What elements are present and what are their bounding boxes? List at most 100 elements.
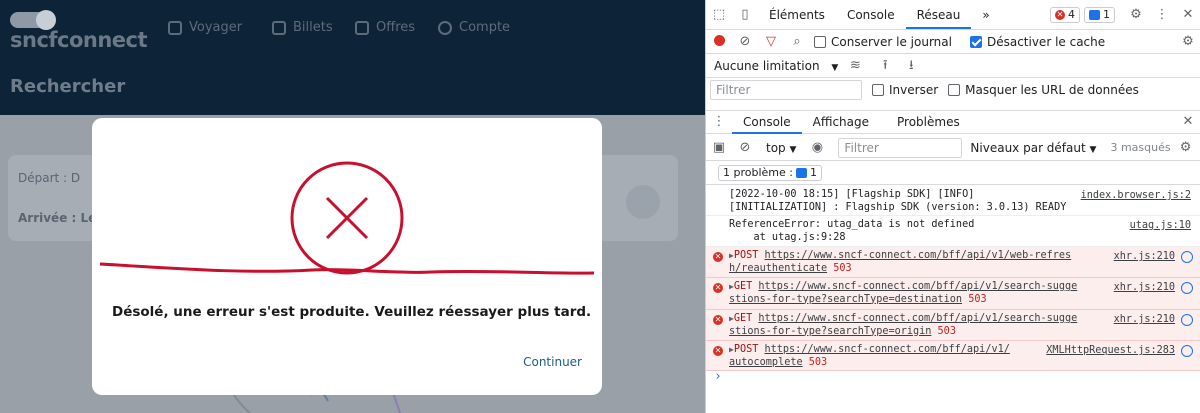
continue-button[interactable]: Continuer	[523, 355, 582, 369]
request-url[interactable]: https://www.sncf-connect.com/bff/api/v1/	[765, 344, 1010, 355]
site-header: sncfconnect Voyager Billets Offres Compt…	[0, 0, 705, 115]
console-error-entry: ✕ ▶POST https://www.sncf-connect.com/bff…	[706, 247, 1200, 278]
log-source-link[interactable]: xhr.js:210	[1114, 251, 1175, 264]
network-panel-icon[interactable]	[1181, 345, 1193, 357]
context-value: top	[766, 140, 786, 155]
request-url[interactable]: https://www.sncf-connect.com/bff/api/v1/…	[765, 250, 1072, 261]
request-url[interactable]: https://www.sncf-connect.com/bff/api/v1/…	[758, 281, 1077, 292]
live-expression-eye-icon[interactable]: ◉	[810, 140, 824, 155]
log-source-link[interactable]: xhr.js:210	[1114, 282, 1175, 295]
drawer-menu-icon[interactable]: ⋮	[712, 115, 726, 129]
console-toolbar: ▣ ⊘ top ▼ ◉ Filtrer Niveaux par défaut ▼…	[706, 135, 1200, 161]
network-toolbar: ⊘ ▽ ⌕ Conserver le journal Désactiver le…	[706, 30, 1200, 54]
arrivee-field[interactable]: Arrivée : Le	[18, 211, 96, 225]
export-har-icon[interactable]: ⭳	[904, 58, 918, 73]
request-url[interactable]: https://www.sncf-connect.com/bff/api/v1/…	[758, 313, 1077, 324]
nav-compte-label: Compte	[459, 20, 511, 35]
nav-billets[interactable]: Billets	[272, 20, 333, 35]
http-method: GET	[733, 313, 753, 324]
http-method: POST	[733, 344, 759, 355]
disable-cache-checkbox[interactable]: Désactiver le cache	[969, 34, 1106, 49]
drawer-tab-problemes[interactable]: Problèmes	[886, 111, 971, 134]
chevron-down-icon: ▼	[831, 62, 839, 73]
throttling-value: Aucune limitation	[714, 58, 820, 73]
network-panel-icon[interactable]	[1181, 282, 1193, 294]
request-url-cont[interactable]: stions-for-type?searchType=destination	[729, 294, 962, 305]
status-code: 503	[968, 293, 987, 305]
console-filter-input[interactable]: Filtrer	[838, 137, 963, 158]
console-settings-gear-icon[interactable]: ⚙	[1179, 140, 1193, 155]
clear-icon[interactable]: ⊘	[738, 34, 752, 49]
http-method: GET	[733, 281, 753, 292]
console-clear-icon[interactable]: ⊘	[738, 140, 752, 155]
inspect-element-icon[interactable]: ⬚	[712, 7, 726, 22]
tab-network[interactable]: Réseau	[905, 1, 972, 29]
request-url-cont[interactable]: h/reauthenticate	[729, 263, 827, 274]
hide-data-urls-label: Masquer les URL de données	[965, 83, 1139, 97]
log-source-link[interactable]: xhr.js:210	[1114, 314, 1175, 327]
tab-console[interactable]: Console	[836, 1, 906, 29]
message-count: 1	[1103, 8, 1110, 21]
console-prompt-input[interactable]: ›	[706, 369, 1200, 391]
request-url-cont[interactable]: stions-for-type?searchType=origin	[729, 326, 931, 337]
log-text-line2: at utag.js:9:28	[729, 231, 846, 243]
context-select[interactable]: top ▼	[762, 141, 800, 155]
preserve-log-checkbox[interactable]: Conserver le journal	[814, 35, 952, 49]
error-icon: ✕	[713, 346, 723, 356]
close-icon[interactable]: ✕	[1181, 7, 1195, 22]
log-source-link[interactable]: utag.js:10	[1130, 220, 1191, 233]
issues-count: 1	[809, 166, 817, 179]
drawer-tab-console[interactable]: Console	[732, 111, 802, 134]
request-url-cont[interactable]: autocomplete	[729, 357, 803, 368]
log-levels-select[interactable]: Niveaux par défaut ▼	[970, 141, 1096, 155]
import-har-icon[interactable]: ⭱	[878, 58, 892, 73]
drawer-tab-affichage[interactable]: Affichage	[802, 111, 880, 134]
record-icon[interactable]	[712, 34, 726, 49]
invert-check	[872, 84, 884, 96]
console-error-entry: ✕ ▶GET https://www.sncf-connect.com/bff/…	[706, 278, 1200, 310]
logo-knob-shape	[36, 10, 56, 30]
disable-cache-label: Désactiver le cache	[986, 34, 1106, 49]
disable-cache-check	[969, 35, 982, 48]
depart-field[interactable]: Départ : D	[18, 171, 80, 185]
settings-gear-icon[interactable]: ⚙	[1129, 7, 1143, 22]
nav-billets-label: Billets	[293, 20, 333, 35]
status-code: 503	[808, 356, 828, 368]
log-source-link[interactable]: index.browser.js:2	[1081, 190, 1191, 203]
device-toolbar-icon[interactable]: ▯	[738, 7, 752, 22]
network-filter-input[interactable]: Filtrer	[710, 80, 862, 100]
network-throttling-bar: Aucune limitation ▼ ≋ ⭱ ⭳	[706, 54, 1200, 78]
nav-voyager[interactable]: Voyager	[168, 20, 242, 35]
account-icon	[438, 20, 452, 35]
drawer-close-icon[interactable]: ✕	[1181, 115, 1195, 129]
network-panel-icon[interactable]	[1181, 251, 1193, 263]
devtools-panel: ⬚ ▯ Éléments Console Réseau » ✕ 4 1 ⚙ ⋮ …	[705, 0, 1200, 413]
error-count-badge[interactable]: ✕ 4	[1050, 6, 1080, 23]
throttling-select[interactable]: Aucune limitation ▼	[714, 59, 838, 73]
search-icon[interactable]: ⌕	[790, 34, 804, 49]
nav-compte[interactable]: Compte	[438, 20, 510, 35]
network-settings-gear-icon[interactable]: ⚙	[1181, 34, 1195, 49]
tab-elements[interactable]: Éléments	[758, 1, 836, 29]
issues-button[interactable]: 1 problème : 1	[718, 164, 822, 181]
more-tabs-button[interactable]: »	[971, 1, 1000, 29]
context-chevron-icon: ▼	[789, 144, 797, 155]
kebab-menu-icon[interactable]: ⋮	[1155, 7, 1169, 22]
nav-offres[interactable]: Offres	[355, 20, 415, 35]
error-icon: ✕	[1055, 9, 1065, 20]
prompt-chevron-icon: ›	[714, 369, 722, 384]
issues-bar: 1 problème : 1	[706, 161, 1200, 185]
hide-data-urls-check	[948, 84, 961, 96]
wifi-icon[interactable]: ≋	[848, 58, 862, 73]
swap-stations-button[interactable]	[626, 185, 660, 219]
sidebar-toggle-icon[interactable]: ▣	[712, 140, 726, 155]
error-count: 4	[1068, 8, 1075, 21]
filter-icon[interactable]: ▽	[764, 34, 778, 49]
network-panel-icon[interactable]	[1181, 314, 1193, 326]
hide-data-urls-checkbox[interactable]: Masquer les URL de données	[948, 83, 1139, 97]
message-count-badge[interactable]: 1	[1084, 6, 1115, 23]
log-source-link[interactable]: XMLHttpRequest.js:283	[1046, 345, 1175, 358]
invert-checkbox[interactable]: Inverser	[872, 83, 938, 97]
issues-label: 1 problème :	[723, 166, 793, 179]
error-modal: Désolé, une erreur s'est produite. Veuil…	[92, 118, 602, 395]
